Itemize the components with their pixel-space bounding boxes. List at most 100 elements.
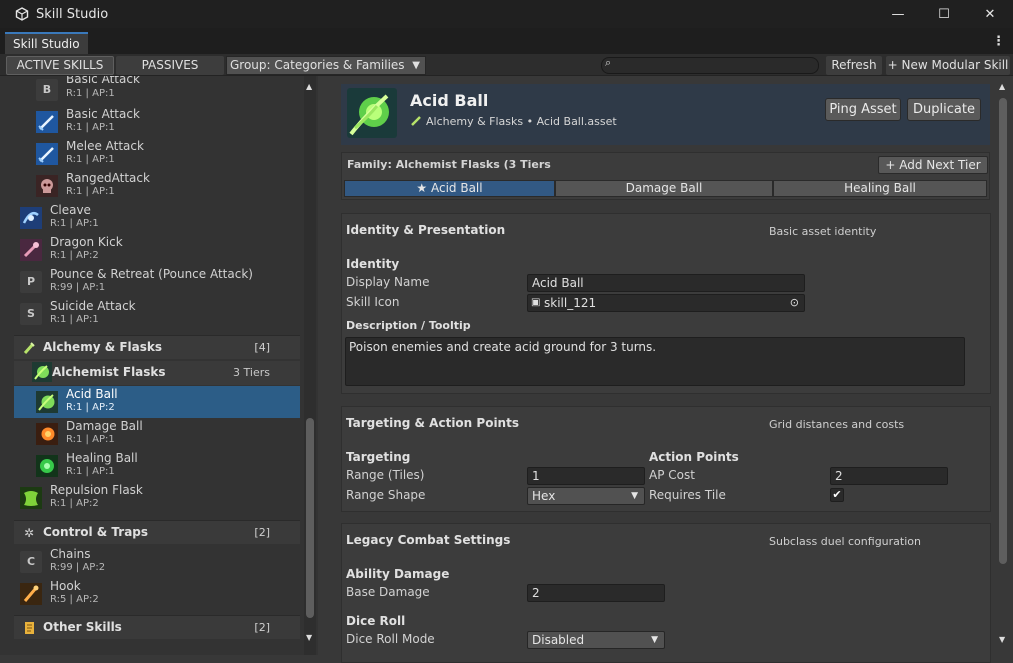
category-alchemy-flasks[interactable]: Alchemy & Flasks [4] (14, 335, 300, 359)
family-label: Family: Alchemist Flasks (3 Tiers / Vari… (347, 158, 552, 171)
dropdown-arrow-icon: ▼ (412, 60, 420, 71)
tab-strip: Skill Studio ⋮ (0, 28, 1013, 54)
active-skills-tab[interactable]: ACTIVE SKILLS (6, 56, 114, 75)
list-item[interactable]: P Pounce & Retreat (Pounce Attack) R:99 … (14, 266, 300, 298)
new-modular-skill-button[interactable]: + New Modular Skill (886, 56, 1010, 75)
range-field[interactable]: 1 (527, 467, 645, 485)
hook-icon (20, 583, 42, 605)
minimize-button[interactable]: — (875, 0, 921, 28)
more-options-icon[interactable]: ⋮ (992, 34, 1005, 49)
sword-icon (36, 111, 58, 133)
legacy-combat-section: Legacy Combat Settings Subclass duel con… (341, 523, 991, 663)
family-alchemist-flasks[interactable]: Alchemist Flasks 3 Tiers (14, 361, 300, 385)
skill-icon-label: Skill Icon (346, 295, 400, 309)
trap-icon: ✲ (23, 526, 35, 540)
skill-stats: R:1 | AP:2 (50, 498, 99, 509)
unity-logo-icon (14, 6, 30, 22)
letter-icon: B (36, 79, 58, 101)
scroll-up-icon[interactable]: ▲ (999, 82, 1005, 91)
skull-icon (36, 175, 58, 197)
identity-subheading: Identity (346, 257, 400, 271)
list-item[interactable]: Repulsion Flask R:1 | AP:2 (14, 482, 300, 514)
toolbar: ACTIVE SKILLS PASSIVES Group: Categories… (0, 54, 1013, 76)
cleave-icon (20, 207, 42, 229)
base-damage-field[interactable]: 2 (527, 584, 665, 602)
scroll-down-icon[interactable]: ▼ (306, 633, 312, 642)
ability-damage-subheading: Ability Damage (346, 567, 450, 581)
sword-icon (36, 143, 58, 165)
skill-name: Hook (50, 579, 81, 593)
scroll-down-icon[interactable]: ▼ (999, 635, 1005, 644)
flask-icon (22, 341, 36, 355)
base-damage-label: Base Damage (346, 585, 430, 599)
list-item-selected[interactable]: Acid Ball R:1 | AP:2 (14, 386, 300, 418)
skill-stats: R:1 | AP:1 (66, 88, 115, 99)
maximize-button[interactable]: ☐ (921, 0, 967, 28)
group-dropdown[interactable]: Group: Categories & Families ▼ (226, 56, 426, 75)
dice-roll-mode-dropdown[interactable]: Disabled ▼ (527, 631, 665, 649)
skill-tree: B Basic Attack R:1 | AP:1 Basic Attack R… (0, 76, 302, 655)
category-name: Control & Traps (43, 525, 149, 539)
description-textarea[interactable]: Poison enemies and create acid ground fo… (345, 337, 965, 386)
acid-ball-icon (36, 391, 58, 413)
skill-stats: R:1 | AP:1 (66, 466, 115, 477)
scrollbar-thumb[interactable] (306, 418, 314, 618)
skill-stats: R:1 | AP:2 (66, 402, 115, 413)
list-item[interactable]: C Chains R:99 | AP:2 (14, 546, 300, 578)
display-name-label: Display Name (346, 275, 430, 289)
tier-tab-damage-ball[interactable]: Damage Ball (555, 180, 773, 197)
category-other-skills[interactable]: Other Skills [2] (14, 615, 300, 639)
duplicate-button[interactable]: Duplicate (907, 98, 981, 121)
tier-tab-acid-ball[interactable]: ★ Acid Ball (344, 180, 555, 197)
passives-tab[interactable]: PASSIVES (116, 56, 224, 75)
skill-name: Basic Attack (66, 107, 140, 121)
list-item[interactable]: Healing Ball R:1 | AP:1 (14, 450, 300, 482)
tree-scrollbar[interactable]: ▲ ▼ (304, 76, 316, 655)
letter-icon: C (20, 551, 42, 573)
skill-path: Alchemy & Flasks • Acid Ball.asset (426, 115, 617, 128)
list-item[interactable]: Damage Ball R:1 | AP:1 (14, 418, 300, 450)
skill-stats: R:1 | AP:1 (50, 314, 99, 325)
dropdown-arrow-icon: ▼ (651, 635, 658, 645)
range-shape-dropdown[interactable]: Hex ▼ (527, 487, 645, 505)
list-item[interactable]: S Suicide Attack R:1 | AP:1 (14, 298, 300, 330)
list-item[interactable]: RangedAttack R:1 | AP:1 (14, 170, 300, 202)
skill-stats: R:5 | AP:2 (50, 594, 99, 605)
search-input[interactable]: ⌕ (601, 56, 819, 74)
list-item[interactable]: Melee Attack R:1 | AP:1 (14, 138, 300, 170)
ping-asset-button[interactable]: Ping Asset (825, 98, 901, 121)
section-title: Targeting & Action Points (346, 416, 519, 430)
skill-icon-field[interactable]: ▣ skill_121 ⊙ (527, 294, 805, 312)
skill-subtitle: Alchemy & Flasks • Acid Ball.asset (410, 114, 617, 129)
list-item[interactable]: Dragon Kick R:1 | AP:2 (14, 234, 300, 266)
dice-roll-mode-label: Dice Roll Mode (346, 632, 435, 646)
category-name: Alchemy & Flasks (43, 340, 163, 354)
skill-stats: R:99 | AP:2 (50, 562, 106, 573)
display-name-field[interactable]: Acid Ball (527, 274, 805, 292)
requires-tile-checkbox[interactable]: ✔ (830, 488, 844, 502)
scrollbar-thumb[interactable] (999, 98, 1007, 564)
window-titlebar: Skill Studio — ☐ ✕ (0, 0, 1013, 28)
search-icon: ⌕ (605, 56, 612, 69)
object-picker-icon[interactable]: ⊙ (790, 295, 799, 311)
refresh-button[interactable]: Refresh (826, 56, 882, 75)
family-count: 3 Tiers (233, 366, 270, 379)
scroll-icon (22, 621, 36, 635)
tier-tab-healing-ball[interactable]: Healing Ball (773, 180, 987, 197)
section-hint: Subclass duel configuration (769, 535, 921, 548)
list-item[interactable]: Basic Attack R:1 | AP:1 (14, 106, 300, 138)
inspector-scrollbar[interactable]: ▲ ▼ (996, 76, 1010, 655)
list-item[interactable]: Cleave R:1 | AP:1 (14, 202, 300, 234)
list-item[interactable]: Hook R:5 | AP:2 (14, 578, 300, 610)
sprite-icon: ▣ (531, 297, 541, 308)
close-button[interactable]: ✕ (967, 0, 1013, 28)
list-item[interactable]: B Basic Attack R:1 | AP:1 (14, 76, 300, 106)
family-panel: Family: Alchemist Flasks (3 Tiers / Vari… (341, 152, 990, 200)
ap-cost-field[interactable]: 2 (830, 467, 948, 485)
healing-ball-icon (36, 455, 58, 477)
tab-skill-studio[interactable]: Skill Studio (5, 32, 88, 54)
category-control-traps[interactable]: ✲ Control & Traps [2] (14, 520, 300, 544)
scroll-up-icon[interactable]: ▲ (306, 82, 312, 91)
add-next-tier-button[interactable]: + Add Next Tier (878, 156, 988, 174)
action-points-subheading: Action Points (649, 450, 739, 464)
